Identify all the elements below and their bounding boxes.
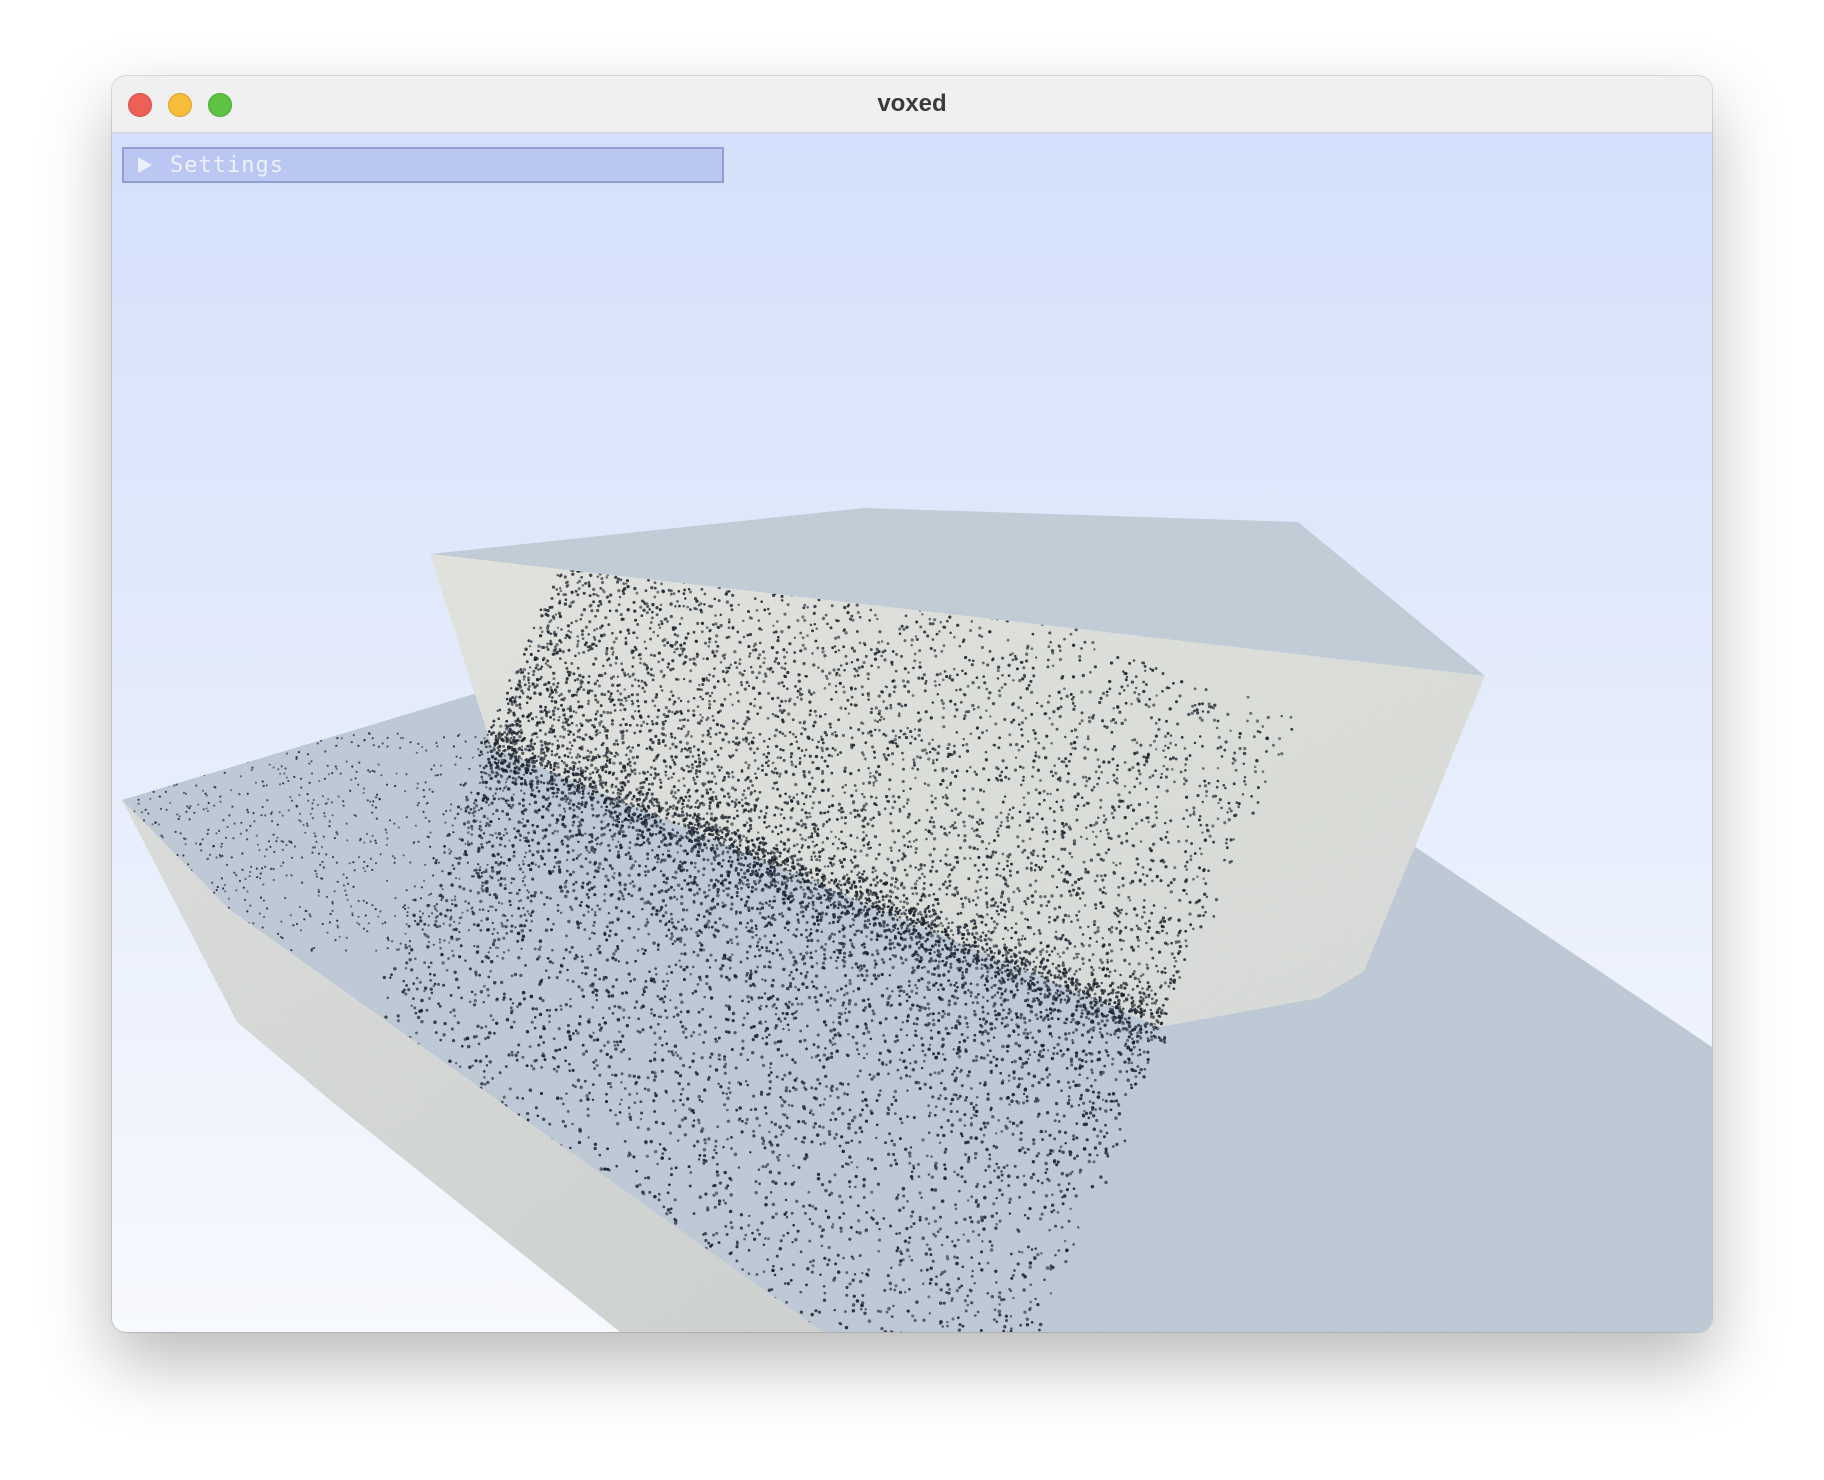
window-title: voxed xyxy=(877,90,947,117)
settings-panel-header[interactable]: Settings xyxy=(122,147,724,183)
settings-label: Settings xyxy=(170,152,284,178)
title-bar[interactable]: voxed xyxy=(112,76,1712,133)
triangle-right-icon[interactable] xyxy=(138,157,152,173)
app-window: voxed Settings xyxy=(112,76,1712,1332)
3d-viewport[interactable]: Settings xyxy=(112,133,1712,1332)
voxel-scene xyxy=(122,508,1712,1332)
